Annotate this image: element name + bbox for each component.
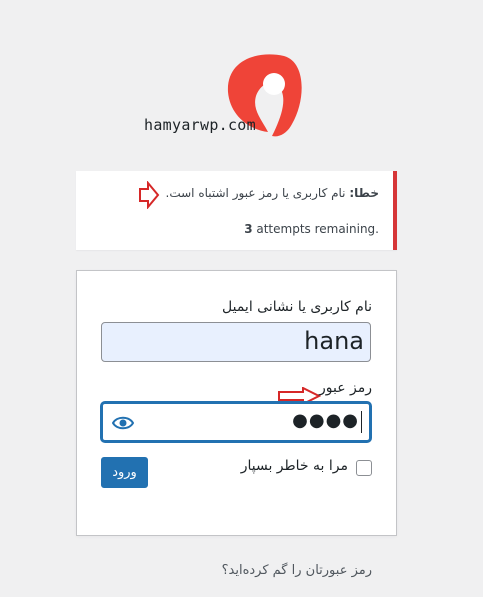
remember-me-label[interactable]: مرا به خاطر بسپار	[241, 458, 348, 474]
error-text: نام کاربری یا رمز عبور اشتباه است.	[165, 186, 350, 200]
attempts-remaining: 3 attempts remaining.	[244, 222, 379, 236]
text-caret	[361, 411, 362, 433]
remember-me-checkbox[interactable]	[356, 460, 372, 476]
error-message: خطا: نام کاربری یا رمز عبور اشتباه است.	[166, 186, 379, 200]
username-value: hana	[304, 327, 364, 355]
error-notice: خطا: نام کاربری یا رمز عبور اشتباه است. …	[76, 171, 397, 250]
logo-text: hamyarwp.com	[144, 116, 256, 134]
username-input[interactable]: hana	[101, 322, 371, 405]
error-prefix: خطا:	[349, 186, 379, 200]
password-value: ●●●●	[292, 410, 359, 431]
lost-password-link[interactable]: رمز عبورتان را گم کرده‌اید؟	[222, 563, 372, 578]
login-button[interactable]: ورود	[101, 457, 148, 488]
attempts-text: attempts remaining.	[252, 222, 379, 236]
login-form: نام کاربری یا نشانی ایمیل hana رمز عبور …	[76, 270, 397, 536]
eye-icon[interactable]	[112, 415, 134, 431]
password-label: رمز عبور	[318, 380, 372, 396]
red-outline-arrow-icon	[139, 181, 160, 209]
username-label: نام کاربری یا نشانی ایمیل	[222, 299, 372, 315]
attempts-count: 3	[244, 222, 253, 236]
password-input[interactable]: ●●●●	[101, 402, 371, 442]
